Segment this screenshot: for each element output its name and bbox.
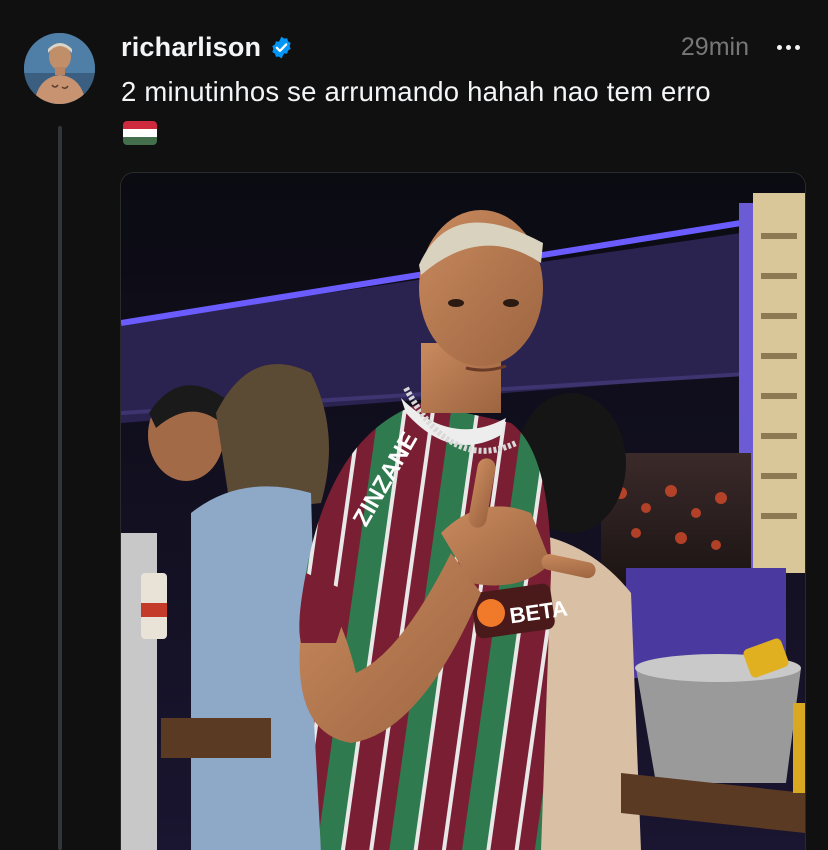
hungarian-flag-emoji [123, 121, 157, 145]
thread-line [58, 126, 62, 850]
post-timestamp: 29min [680, 32, 749, 61]
post-photo[interactable]: ZINZANE BETA [120, 172, 806, 850]
avatar-image [24, 33, 95, 104]
post-caption: 2 minutinhos se arrumando hahah nao tem … [121, 76, 711, 107]
author-avatar[interactable] [24, 33, 95, 104]
verified-badge-icon [269, 35, 294, 60]
thread-post: richarlison 29min 2 minutinhos se arruma… [0, 0, 828, 850]
more-options-icon[interactable] [777, 37, 800, 57]
author-username[interactable]: richarlison [121, 32, 261, 63]
post-header: richarlison 29min [121, 30, 800, 64]
